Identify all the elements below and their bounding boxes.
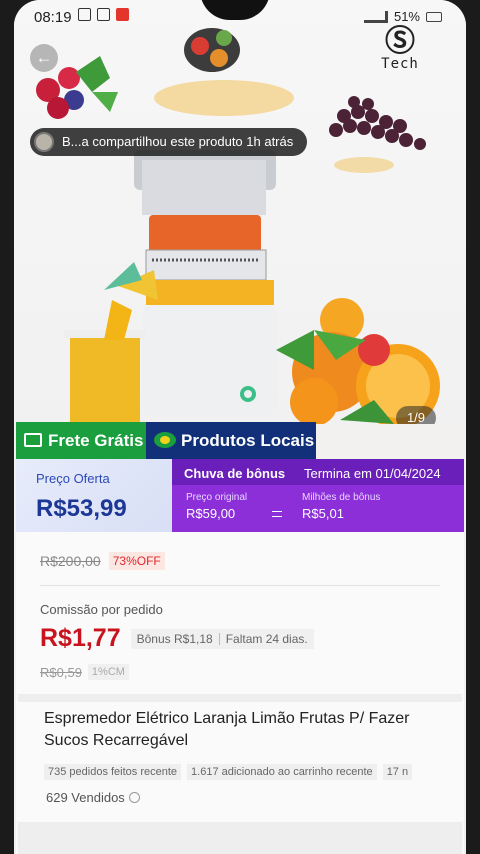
avatar — [34, 132, 54, 152]
section-divider — [18, 694, 462, 702]
commission-bonus-tag: Bônus R$1,18 Faltam 24 dias. — [130, 628, 314, 649]
brazil-flag-icon — [154, 432, 176, 448]
app-notification-icon — [116, 8, 129, 21]
separator — [218, 633, 220, 646]
stat-extra: 17 n — [382, 764, 413, 780]
status-bar: 08:19 51% — [14, 0, 466, 30]
local-products-label: Produtos Locais — [181, 431, 315, 450]
commission-old-value: R$0,59 — [40, 664, 82, 680]
back-button[interactable]: ← — [30, 44, 58, 72]
grapes-graphic — [329, 96, 426, 150]
bonus-promo-box: Chuva de bônus Termina em 01/04/2024 Pre… — [172, 459, 464, 532]
app-screen: ← Ⓢ Tech B...a compartilhou este produto… — [14, 0, 466, 854]
bonus-header: Chuva de bônus Termina em 01/04/2024 — [172, 459, 464, 485]
strikethrough-price: R$200,00 — [40, 553, 101, 569]
notification-icons — [78, 8, 129, 21]
free-shipping-badge: Frete Grátis — [16, 422, 146, 459]
battery-percent: 51% — [393, 9, 420, 24]
commission-value: R$1,77 — [40, 624, 121, 652]
original-price-label: Preço original — [186, 492, 248, 503]
commission-label: Comissão por pedido — [40, 602, 163, 617]
price-banner: Preço Oferta R$53,99 Chuva de bônus Term… — [16, 459, 464, 532]
sales-stats: 735 pedidos feitos recente 1.617 adicion… — [44, 764, 413, 780]
original-price-block: Preço original R$59,00 — [186, 492, 247, 521]
stat-cart-adds: 1.617 adicionado ao carrinho recente — [187, 764, 377, 780]
stat-orders: 735 pedidos feitos recente — [44, 764, 182, 780]
share-notice-text: B...a compartilhou este produto 1h atrás — [62, 134, 294, 149]
free-shipping-label: Frete Grátis — [48, 431, 144, 450]
commission-old-row: R$0,59 1%CM — [40, 664, 129, 680]
local-products-badge: Produtos Locais — [146, 422, 316, 459]
offer-price-box: Preço Oferta R$53,99 — [16, 459, 176, 532]
gallery-icon — [97, 8, 110, 21]
bonus-miles-value: R$5,01 — [302, 506, 344, 521]
bonus-miles-label: Milhões de bônus — [302, 492, 381, 503]
sold-count-text: 629 Vendidos — [46, 790, 125, 805]
help-icon[interactable] — [128, 792, 140, 803]
brand-word: Tech — [381, 56, 419, 72]
original-price-value: R$59,00 — [186, 506, 236, 521]
bonus-title: Chuva de bônus — [184, 466, 286, 481]
brand-mark-icon: Ⓢ — [385, 24, 415, 59]
commission-bonus: Bônus R$1,18 — [136, 631, 213, 646]
signal-icon — [363, 10, 388, 23]
days-left: Faltam 24 dias. — [225, 631, 308, 646]
product-image-gallery[interactable]: ← Ⓢ Tech B...a compartilhou este produto… — [14, 0, 466, 424]
minus-icon — [272, 511, 282, 517]
system-icons: 51% — [363, 9, 442, 24]
message-icon — [78, 8, 91, 21]
share-notice[interactable]: B...a compartilhou este produto 1h atrás — [30, 128, 308, 156]
product-labels: Frete Grátis Produtos Locais — [14, 422, 466, 459]
battery-icon — [426, 11, 442, 22]
discount-badge: 73%OFF — [108, 552, 165, 570]
fruit-bowl-graphic — [184, 28, 240, 72]
bonus-miles-block: Milhões de bônus R$5,01 — [302, 492, 380, 521]
sold-count[interactable]: 629 Vendidos — [46, 790, 140, 805]
bonus-end-date: Termina em 01/04/2024 — [304, 466, 441, 481]
status-time: 08:19 — [34, 9, 72, 26]
bottom-section — [18, 822, 462, 854]
product-title: Espremedor Elétrico Laranja Limão Frutas… — [44, 710, 410, 749]
juice-glass-graphic — [64, 300, 146, 424]
original-price-row: R$200,00 73%OFF — [40, 552, 165, 570]
product-details: R$200,00 73%OFF Comissão por pedido R$1,… — [16, 532, 464, 854]
commission-row: R$1,77 Bônus R$1,18 Faltam 24 dias. — [40, 624, 314, 653]
brand-logo: Ⓢ Tech — [370, 24, 430, 73]
ticket-icon — [24, 433, 42, 447]
camera-notch — [200, 0, 270, 20]
commission-percent: 1%CM — [87, 664, 129, 680]
offer-price-value: R$53,99 — [36, 495, 127, 522]
offer-price-label: Preço Oferta — [36, 471, 110, 486]
divider — [40, 585, 440, 586]
